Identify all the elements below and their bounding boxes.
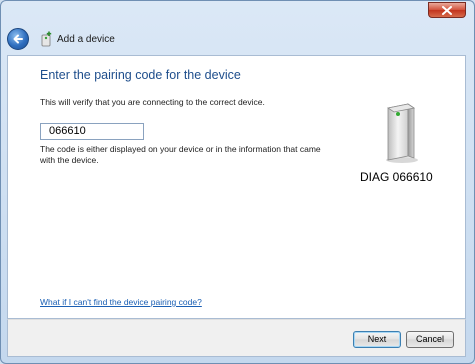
close-button[interactable] <box>428 2 466 18</box>
back-button[interactable] <box>7 28 29 50</box>
pairing-code-field[interactable]: 066610 <box>40 123 144 140</box>
title-bar <box>1 1 474 23</box>
next-button[interactable]: Next <box>353 331 401 348</box>
window-title: Add a device <box>57 33 115 45</box>
pairing-code-help-link[interactable]: What if I can't find the device pairing … <box>40 297 202 307</box>
wizard-window: Add a device Enter the pairing code for … <box>0 0 475 364</box>
wizard-header: Add a device <box>7 25 466 53</box>
page-heading: Enter the pairing code for the device <box>40 68 241 82</box>
wizard-footer: Next Cancel <box>7 319 466 357</box>
device-tower-icon <box>386 103 418 163</box>
cancel-button[interactable]: Cancel <box>406 331 454 348</box>
device-name: DIAG 066610 <box>360 170 433 184</box>
add-device-icon <box>41 31 52 47</box>
back-arrow-icon <box>13 34 23 44</box>
pairing-help-text: The code is either displayed on your dev… <box>40 144 321 165</box>
close-icon <box>442 5 452 15</box>
page-subtext: This will verify that you are connecting… <box>40 97 265 107</box>
content-panel: Enter the pairing code for the device Th… <box>7 55 466 319</box>
